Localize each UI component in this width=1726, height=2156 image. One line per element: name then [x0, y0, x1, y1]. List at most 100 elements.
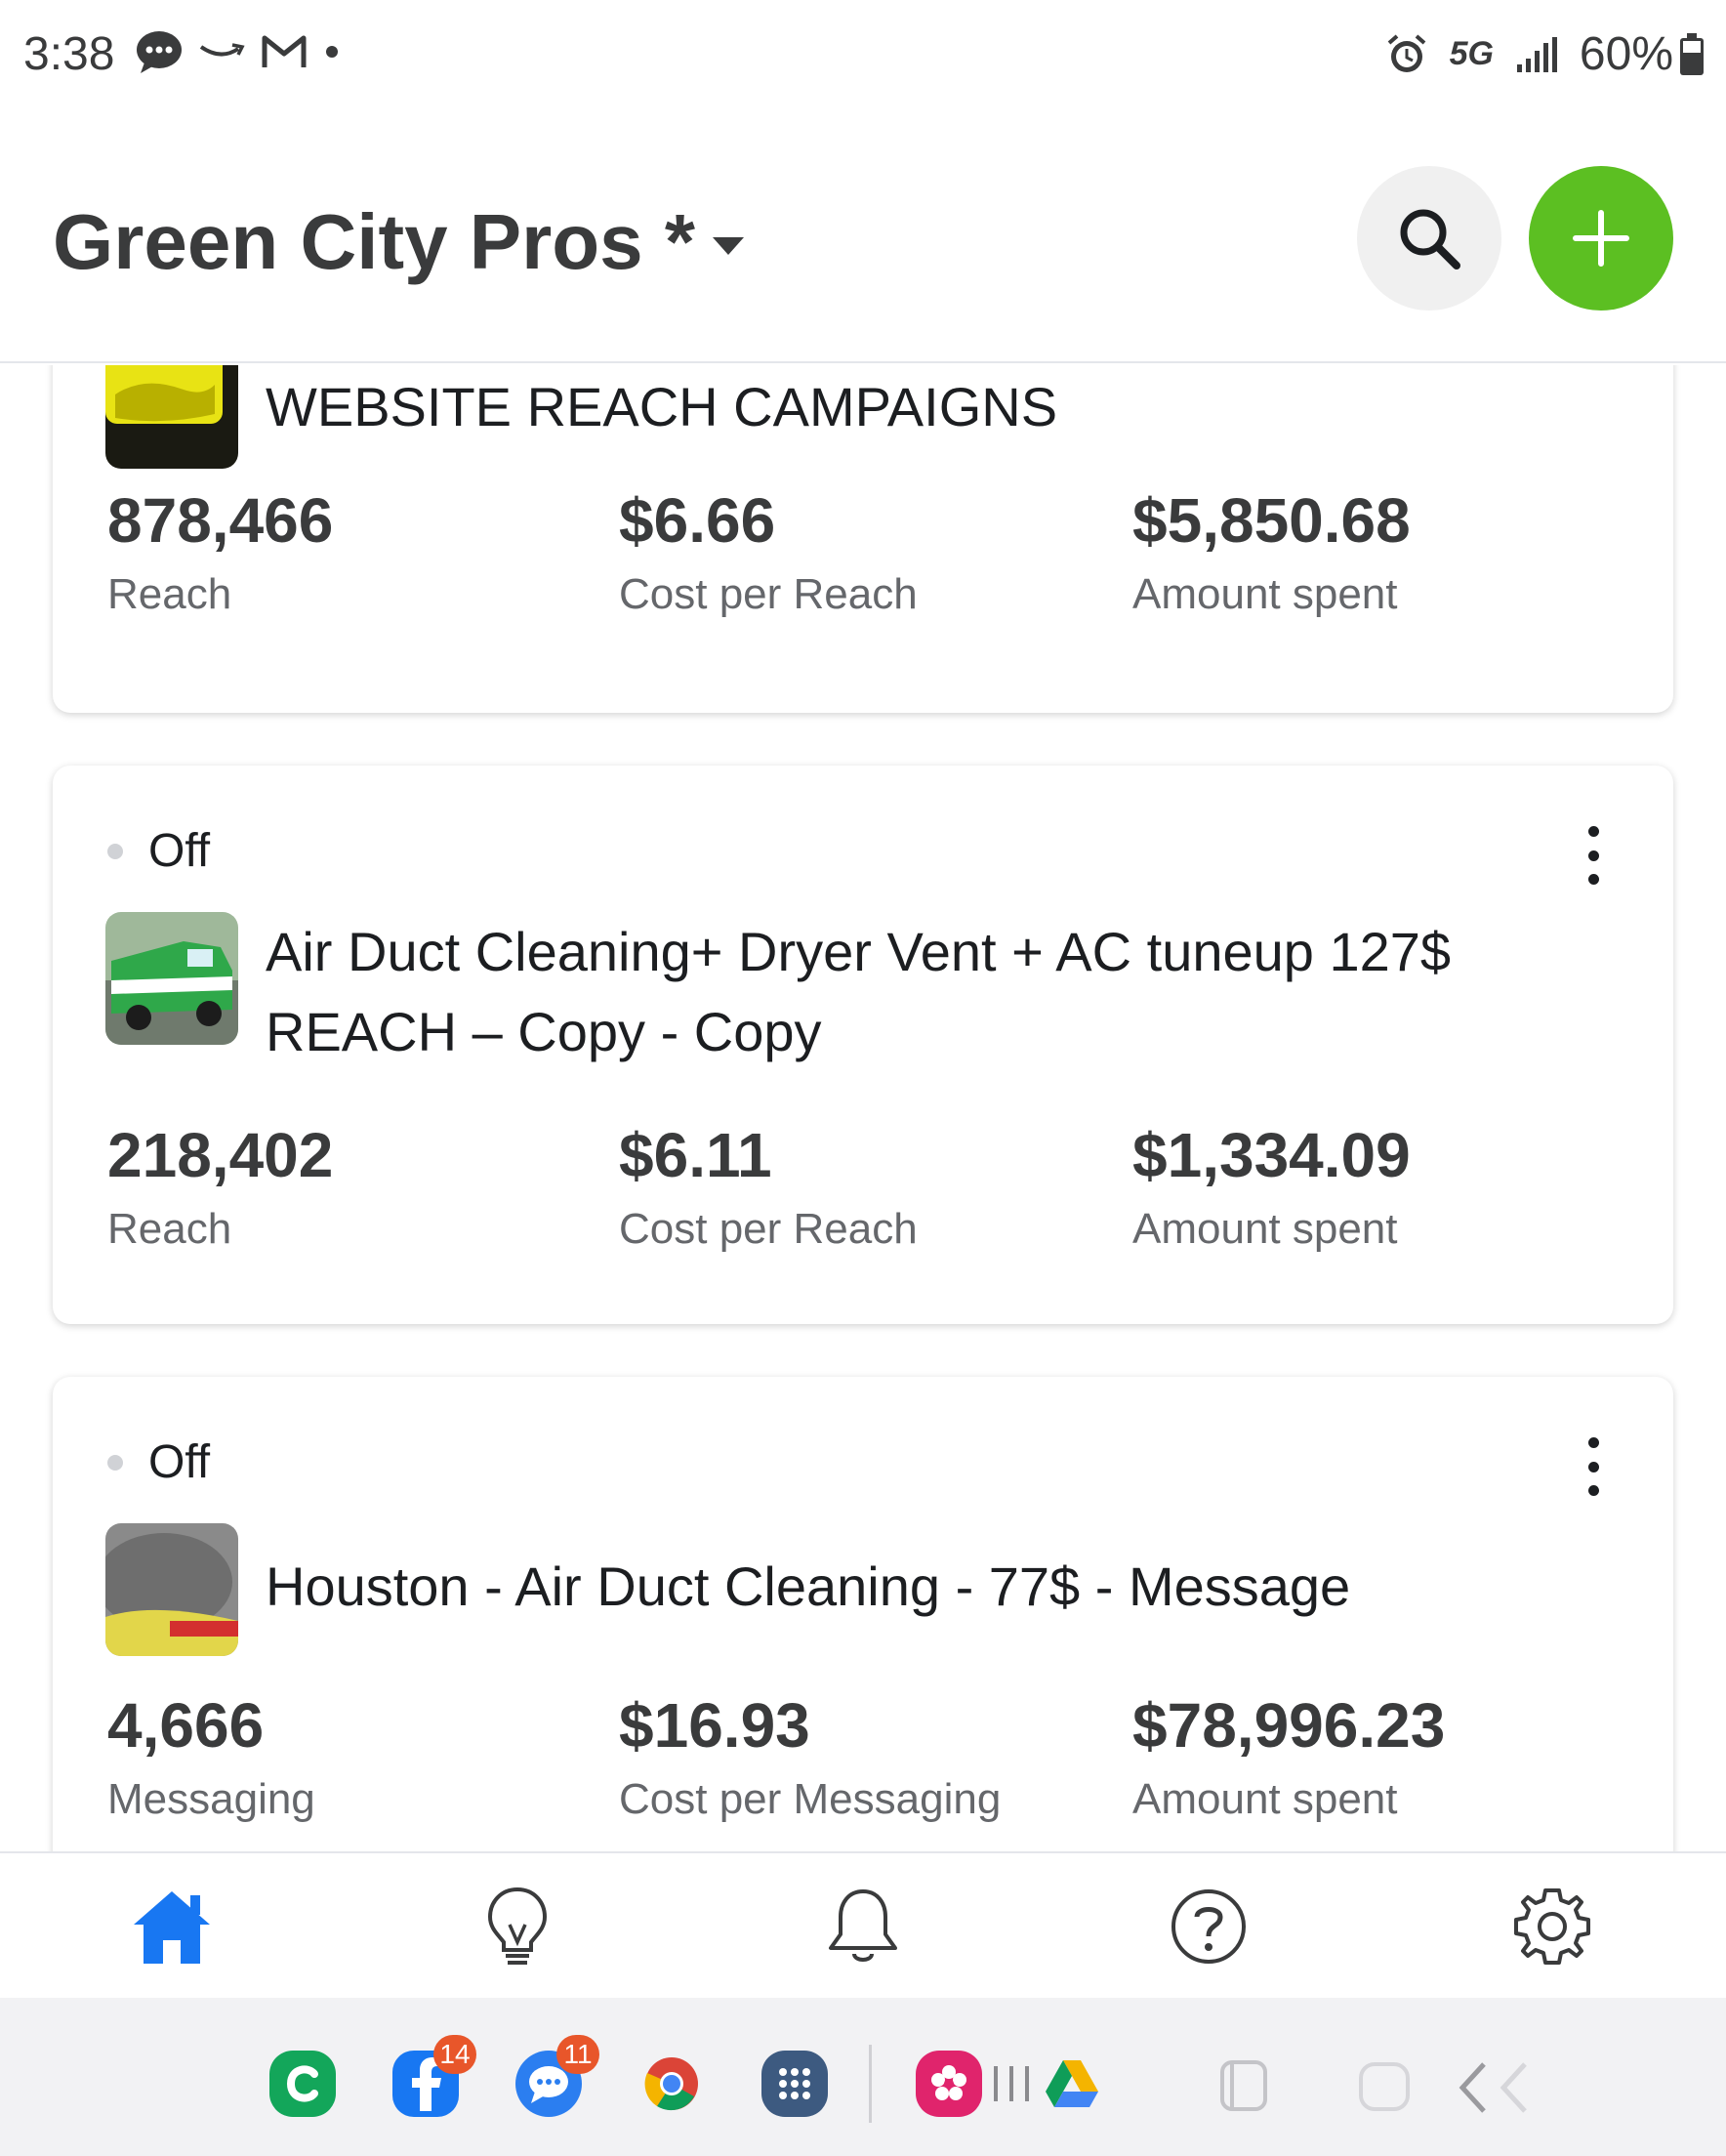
back-button[interactable] — [1455, 2058, 1542, 2122]
metric-label: Messaging — [107, 1775, 315, 1823]
battery-icon — [1680, 32, 1704, 75]
dock-app-drawer[interactable] — [761, 2051, 828, 2117]
metric-spent: $78,996.23 Amount spent — [1132, 1689, 1445, 1824]
dock-app-messages[interactable]: 11 — [515, 2035, 599, 2117]
caret-down-icon — [713, 237, 745, 255]
gallery-flower-icon — [931, 2065, 966, 2100]
help-icon — [1171, 1889, 1246, 1964]
signal-icon — [1516, 36, 1557, 72]
metric-results: 878,466 Reach — [107, 484, 333, 619]
back-chevrons-icon — [1459, 2062, 1527, 2113]
bell-icon — [829, 1889, 897, 1962]
campaign-title: WEBSITE REACH CAMPAIGNS — [266, 376, 1058, 437]
more-options-icon[interactable] — [1582, 826, 1605, 885]
nav-settings[interactable] — [1503, 1883, 1601, 1970]
metric-label: Amount spent — [1132, 1775, 1398, 1823]
status-label: Off — [148, 825, 211, 877]
metric-value: $6.66 — [619, 485, 776, 556]
campaign-title: Houston - Air Duct Cleaning - 77$ - Mess… — [266, 1555, 1351, 1617]
gmail-notification-icon — [262, 35, 307, 67]
account-name: Green City Pros * — [53, 198, 696, 285]
dock-app-flip[interactable] — [1218, 2058, 1269, 2118]
metric-label: Amount spent — [1132, 570, 1398, 618]
lightbulb-icon — [487, 1886, 548, 1965]
recent-apps-icon — [994, 2066, 1029, 2101]
metric-value: 218,402 — [107, 1120, 334, 1190]
facebook-badge: 14 — [433, 2035, 476, 2074]
metric-value: $6.11 — [619, 1120, 772, 1190]
campaign-status: Off — [107, 1435, 210, 1489]
campaign-status: Off — [107, 824, 210, 878]
metric-value: $78,996.23 — [1132, 1690, 1446, 1761]
campaign-card[interactable]: Off Houston - Air Duct Cleaning - 77$ - … — [53, 1377, 1673, 1851]
google-drive-icon — [1046, 2060, 1098, 2107]
metric-value: $5,850.68 — [1132, 485, 1411, 556]
status-dot-icon — [107, 843, 123, 859]
c-app-icon — [286, 2065, 318, 2102]
campaign-card[interactable]: WEBSITE REACH CAMPAIGNS 878,466 Reach $6… — [53, 365, 1673, 713]
more-options-icon[interactable] — [1582, 1437, 1605, 1496]
metric-label: Cost per Reach — [619, 1205, 918, 1253]
battery-percent: 60% — [1579, 28, 1673, 80]
status-time: 3:38 — [23, 28, 115, 80]
chat-notification-icon — [137, 31, 182, 73]
notification-icons — [135, 29, 342, 74]
metric-cost: $6.11 Cost per Reach — [619, 1119, 918, 1254]
battery: 60% — [1580, 27, 1705, 81]
campaign-title: Air Duct Cleaning+ Dryer Vent + AC tuneu… — [266, 921, 1452, 1062]
campaign-thumbnail — [105, 912, 238, 1045]
gear-icon — [1514, 1888, 1590, 1965]
dock-divider — [869, 2045, 872, 2123]
metric-label: Reach — [107, 570, 232, 618]
messages-badge: 11 — [556, 2035, 599, 2074]
campaign-thumbnail — [105, 365, 238, 469]
status-label: Off — [148, 1436, 211, 1488]
metric-label: Cost per Messaging — [619, 1775, 1002, 1823]
dock-app-chrome[interactable] — [638, 2051, 705, 2117]
dock-app-facebook[interactable]: 14 — [392, 2035, 476, 2117]
nav-notifications[interactable] — [814, 1883, 912, 1970]
metric-results: 218,402 Reach — [107, 1119, 333, 1254]
status-bar: 3:38 5G 60% — [0, 0, 1726, 109]
metric-label: Reach — [107, 1205, 232, 1253]
metric-results: 4,666 Messaging — [107, 1689, 315, 1824]
chrome-icon — [644, 2057, 698, 2111]
metric-value: $16.93 — [619, 1690, 810, 1761]
home-square-icon — [1359, 2062, 1410, 2111]
dock-app-drive[interactable] — [1039, 2051, 1105, 2117]
metric-spent: $1,334.09 Amount spent — [1132, 1119, 1411, 1254]
metric-value: 878,466 — [107, 485, 334, 556]
metric-value: $1,334.09 — [1132, 1120, 1411, 1190]
account-selector[interactable]: Green City Pros * — [53, 197, 745, 287]
search-icon — [1400, 209, 1460, 270]
metric-cost: $16.93 Cost per Messaging — [619, 1689, 1001, 1824]
metric-spent: $5,850.68 Amount spent — [1132, 484, 1411, 619]
campaign-card[interactable]: Off Air Duct Cleaning+ Dryer Vent + AC t… — [53, 766, 1673, 1324]
app-drawer-icon — [779, 2068, 810, 2099]
dock-app-c[interactable] — [269, 2051, 336, 2117]
more-notifications-dot-icon — [326, 46, 338, 58]
campaign-list[interactable]: WEBSITE REACH CAMPAIGNS 878,466 Reach $6… — [0, 365, 1726, 1851]
home-icon — [134, 1891, 210, 1964]
metric-cost: $6.66 Cost per Reach — [619, 484, 918, 619]
nav-insights[interactable] — [469, 1883, 566, 1970]
app-header: Green City Pros * — [0, 109, 1726, 363]
search-button[interactable] — [1357, 166, 1501, 311]
campaign-thumbnail — [105, 1523, 238, 1656]
recents-icon[interactable] — [990, 2062, 1043, 2110]
bottom-nav — [0, 1851, 1726, 1998]
create-button[interactable] — [1529, 166, 1673, 311]
status-dot-icon — [107, 1454, 123, 1471]
flip-screen-icon — [1220, 2060, 1267, 2111]
network-type: 5G — [1449, 35, 1494, 72]
home-button[interactable] — [1357, 2060, 1412, 2118]
alarm-icon — [1387, 33, 1425, 72]
dock-app-gallery[interactable] — [916, 2051, 982, 2117]
nav-home[interactable] — [123, 1883, 221, 1970]
metric-value: 4,666 — [107, 1690, 265, 1761]
status-right: 5G 60% — [1385, 27, 1705, 81]
metric-label: Amount spent — [1132, 1205, 1398, 1253]
metric-label: Cost per Reach — [619, 570, 918, 618]
plus-icon — [1573, 210, 1629, 267]
nav-help[interactable] — [1160, 1883, 1257, 1970]
